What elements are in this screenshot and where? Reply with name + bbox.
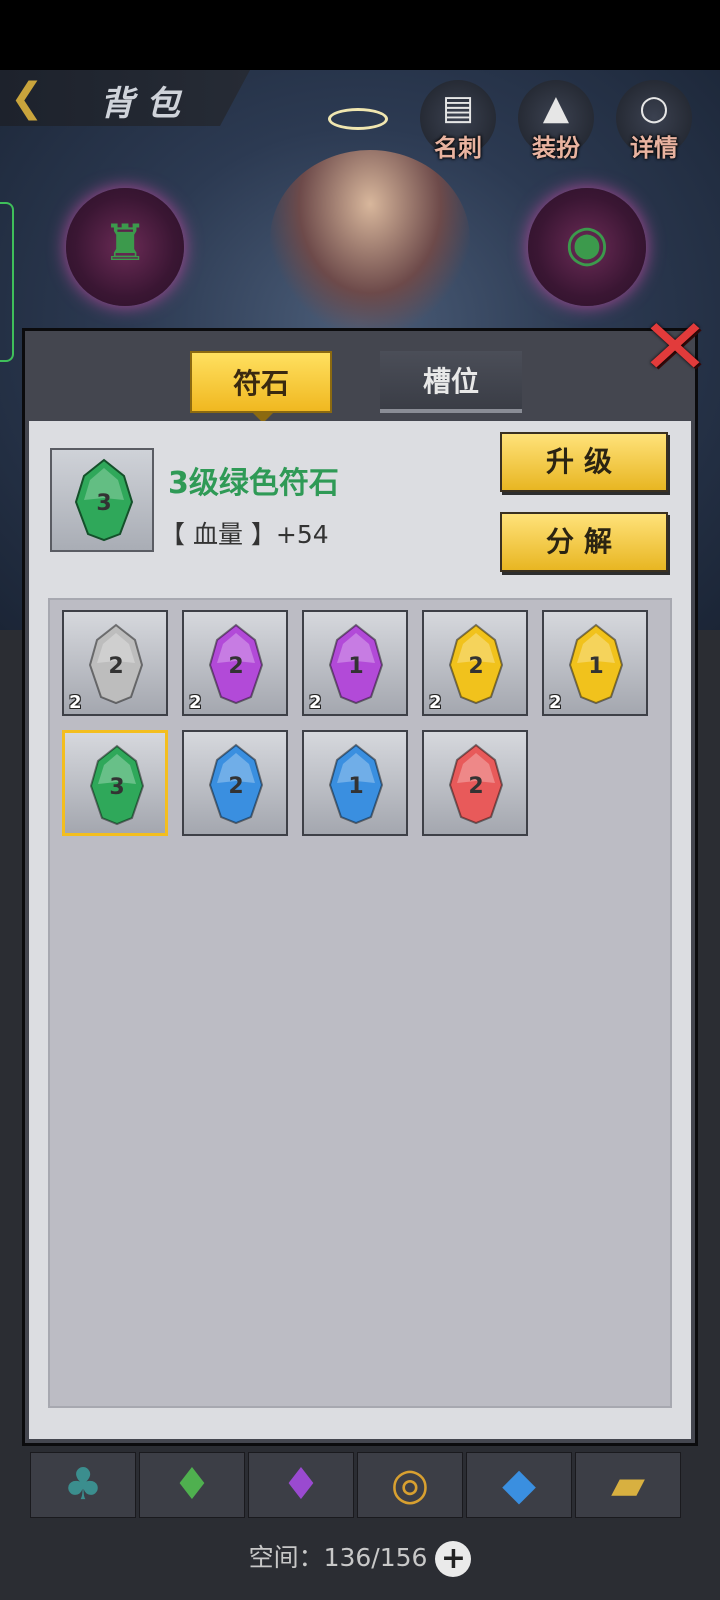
rune-item-yellow[interactable]: 22 xyxy=(422,610,528,716)
rune-item-yellow[interactable]: 12 xyxy=(542,610,648,716)
item-count: 2 xyxy=(429,692,442,713)
gem-level: 2 xyxy=(468,774,483,799)
outfit-button[interactable]: ▲ 装扮 xyxy=(518,80,594,162)
side-tab[interactable] xyxy=(0,202,14,362)
gem-level: 2 xyxy=(108,654,123,679)
selected-rune-name: 3级绿色符石 xyxy=(168,466,339,501)
crystal-icon: ◆ xyxy=(502,1459,536,1510)
rune-item-purple[interactable]: 22 xyxy=(182,610,288,716)
business-card-button[interactable]: ▤ 名刺 xyxy=(420,80,496,162)
expand-space-button[interactable]: + xyxy=(435,1541,472,1577)
gem-icon: 2 xyxy=(208,623,264,705)
selected-rune-stat: 【 血量 】+54 xyxy=(160,520,329,549)
gem-level: 1 xyxy=(348,774,363,799)
business-card-label: 名刺 xyxy=(434,134,482,162)
back-chevron-icon[interactable]: ❮ xyxy=(10,76,54,120)
bag-item-slot[interactable]: ♦ xyxy=(139,1452,245,1518)
gem-icon: 2 xyxy=(88,623,144,705)
details-label: 详情 xyxy=(630,134,678,162)
rune-item-green[interactable]: 3 xyxy=(62,730,168,836)
business-card-icon: ▤ xyxy=(441,88,475,128)
item-count: 2 xyxy=(549,692,562,713)
space-label: 空间： xyxy=(248,1543,324,1572)
rune-item-blue[interactable]: 2 xyxy=(182,730,288,836)
gem-level: 2 xyxy=(468,654,483,679)
rune-item-blue[interactable]: 1 xyxy=(302,730,408,836)
gem-icon: 3 xyxy=(89,744,145,826)
gem-icon: 2 xyxy=(448,743,504,825)
gem-icon: 2 xyxy=(448,623,504,705)
outfit-label: 装扮 xyxy=(532,134,580,162)
tab-slots[interactable]: 槽位 xyxy=(380,351,522,413)
item-count: 2 xyxy=(189,692,202,713)
space-value: 136/156 xyxy=(323,1543,428,1572)
magnifier-icon: ○ xyxy=(639,88,669,128)
pouch-icon: ♣ xyxy=(63,1459,103,1510)
status-bar-area xyxy=(0,0,720,70)
bag-item-slot[interactable]: ♣ xyxy=(30,1452,136,1518)
potion-icon: ♦ xyxy=(281,1459,321,1510)
decompose-button[interactable]: 分解 xyxy=(500,512,668,572)
upgrade-button[interactable]: 升级 xyxy=(500,432,668,492)
details-button[interactable]: ○ 详情 xyxy=(616,80,692,162)
bag-capacity: 空间：136/156 + xyxy=(0,1538,720,1577)
gem-level: 3 xyxy=(96,491,111,516)
close-icon[interactable]: ✕ xyxy=(637,309,714,385)
equip-slot-right[interactable]: ◉ xyxy=(528,188,646,306)
potion-icon: ♦ xyxy=(172,1459,212,1510)
item-count: 2 xyxy=(69,692,82,713)
rune-item-red[interactable]: 2 xyxy=(422,730,528,836)
gem-level: 1 xyxy=(588,654,603,679)
bag-item-slot[interactable]: ◎ xyxy=(357,1452,463,1518)
tab-rune-stones[interactable]: 符石 xyxy=(190,351,332,423)
gem-level: 1 xyxy=(348,654,363,679)
rune-grid xyxy=(48,598,672,1408)
hooded-figure-icon: ▲ xyxy=(542,88,570,128)
bag-item-slot[interactable]: ◆ xyxy=(466,1452,572,1518)
map-icon: ▰ xyxy=(611,1459,645,1510)
gem-icon: 1 xyxy=(328,743,384,825)
item-count: 2 xyxy=(309,692,322,713)
rune-item-purple[interactable]: 12 xyxy=(302,610,408,716)
gem-level: 3 xyxy=(109,775,124,800)
page-title: 背包 xyxy=(100,84,192,124)
gem-icon: 1 xyxy=(568,623,624,705)
bag-item-slot[interactable]: ♦ xyxy=(248,1452,354,1518)
halo-decoration xyxy=(328,108,388,130)
relic-icon: ♜ xyxy=(102,214,148,272)
rune-item-gray[interactable]: 22 xyxy=(62,610,168,716)
ring-icon: ◉ xyxy=(565,214,609,272)
gem-level: 2 xyxy=(228,654,243,679)
scroll-icon: ◎ xyxy=(390,1459,430,1510)
gem-icon: 3 xyxy=(74,458,134,542)
gem-level: 2 xyxy=(228,774,243,799)
gem-icon: 2 xyxy=(208,743,264,825)
character-portrait xyxy=(270,150,470,330)
bag-item-slot[interactable]: ▰ xyxy=(575,1452,681,1518)
selected-rune-slot: 3 xyxy=(50,448,154,552)
equip-slot-left[interactable]: ♜ xyxy=(66,188,184,306)
gem-icon: 1 xyxy=(328,623,384,705)
